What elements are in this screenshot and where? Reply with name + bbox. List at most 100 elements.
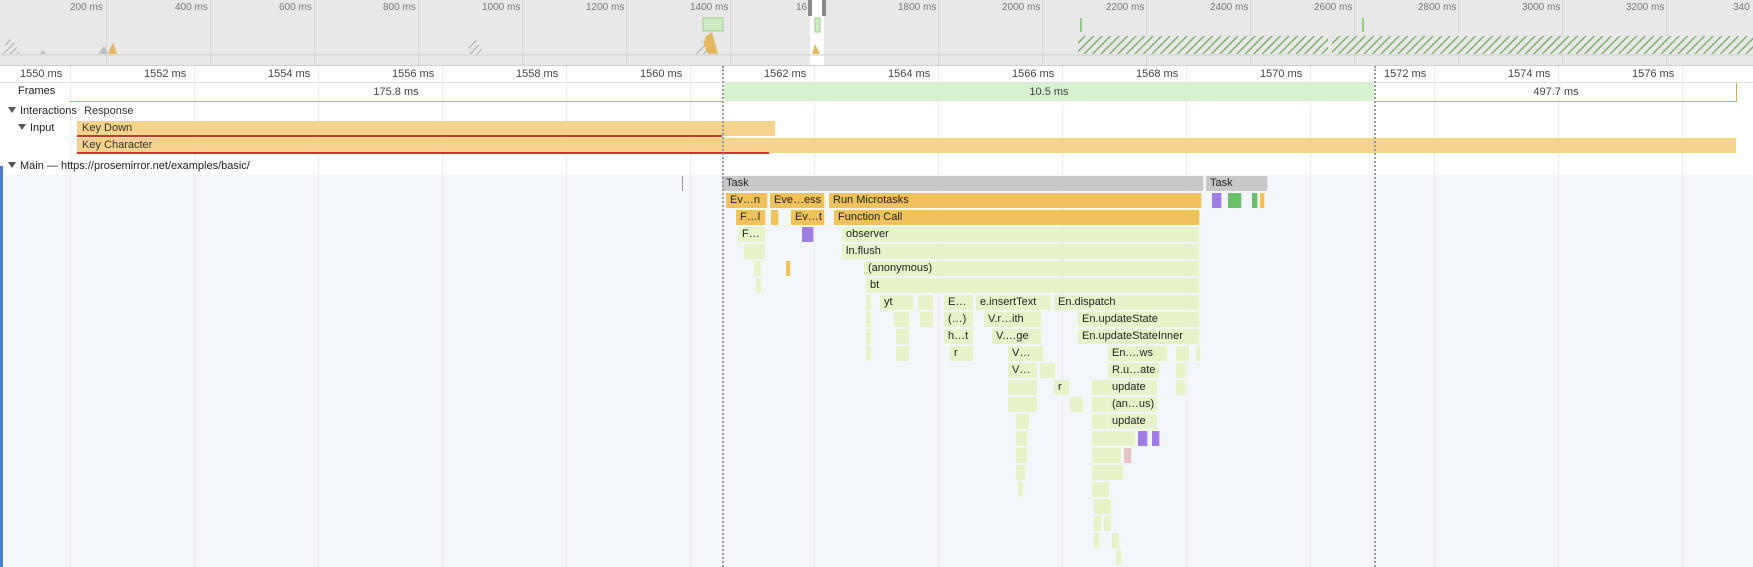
function-frame[interactable] (866, 329, 872, 344)
function-frame[interactable] (1102, 499, 1112, 514)
function-frame[interactable] (1040, 363, 1056, 378)
rendering-event[interactable] (802, 227, 814, 242)
selection-start-marker[interactable] (722, 66, 724, 567)
function-frame[interactable]: yt (880, 295, 914, 310)
function-frame[interactable] (1092, 414, 1108, 429)
rendering-event[interactable] (1212, 193, 1222, 208)
function-frame[interactable]: (an…us) (1108, 397, 1158, 412)
function-frame[interactable] (1104, 516, 1112, 531)
function-frame[interactable] (896, 329, 910, 344)
function-frame[interactable]: En.dispatch (1054, 295, 1200, 310)
function-frame[interactable]: V.…ge (992, 329, 1042, 344)
function-frame[interactable] (1112, 533, 1120, 548)
key-down-event[interactable]: Key Down (77, 121, 775, 136)
function-frame[interactable] (756, 278, 762, 293)
collapse-triangle-icon[interactable] (8, 162, 16, 168)
function-frame[interactable] (894, 312, 910, 327)
paint-event[interactable] (1252, 193, 1258, 208)
function-frame[interactable] (1092, 431, 1136, 446)
function-frame[interactable] (920, 312, 934, 327)
input-track-label[interactable]: Input (18, 122, 54, 134)
function-frame[interactable] (1092, 397, 1108, 412)
selection-end-marker[interactable] (1374, 66, 1376, 567)
function-call[interactable]: F…l (736, 210, 766, 225)
function-frame[interactable] (1176, 363, 1186, 378)
function-frame[interactable] (1116, 550, 1122, 565)
function-frame[interactable] (866, 312, 872, 327)
interactions-label: Interactions (20, 105, 77, 117)
interactions-track-label[interactable]: Interactions (8, 105, 77, 117)
function-frame[interactable]: update (1108, 380, 1158, 395)
time-ruler[interactable]: 1550 ms 1552 ms 1554 ms 1556 ms 1558 ms … (0, 66, 1753, 83)
function-frame[interactable]: e.insertText (976, 295, 1052, 310)
function-frame[interactable]: bt (866, 278, 1200, 293)
event-dispatch[interactable]: Ev…n (726, 193, 768, 208)
main-track-label[interactable]: Main — https://prosemirror.net/examples/… (8, 160, 250, 172)
function-frame[interactable] (1176, 380, 1186, 395)
task-event[interactable]: Task (1206, 176, 1268, 191)
ruler-tick: 1560 ms (640, 68, 683, 80)
function-frame[interactable]: V.r…ith (984, 312, 1042, 327)
frames-track[interactable]: Frames 175.8 ms 10.5 ms 497.7 ms (0, 83, 1753, 103)
function-frame[interactable]: R.u…ate (1108, 363, 1160, 378)
script-event[interactable] (786, 261, 791, 276)
rendering-event[interactable] (1138, 431, 1148, 446)
function-frame[interactable]: update (1108, 414, 1158, 429)
function-frame[interactable]: V… (1008, 363, 1038, 378)
event-handler[interactable]: Ev…t (791, 210, 825, 225)
function-frame[interactable] (1070, 397, 1084, 412)
ruler-tick: 1574 ms (1508, 68, 1551, 80)
function-call[interactable] (771, 210, 779, 225)
function-frame[interactable] (866, 346, 872, 361)
function-frame[interactable]: (anonymous) (864, 261, 1200, 276)
rendering-event[interactable] (1152, 431, 1160, 446)
task-event[interactable]: Task (722, 176, 1204, 191)
function-frame[interactable] (1094, 533, 1100, 548)
function-frame[interactable]: E… (944, 295, 974, 310)
function-frame[interactable]: r (1054, 380, 1070, 395)
function-frame[interactable]: V… (1008, 346, 1044, 361)
observer-frame[interactable]: observer (842, 227, 1200, 242)
function-frame[interactable] (1092, 448, 1122, 463)
function-frame[interactable] (1008, 397, 1038, 412)
function-frame[interactable]: h…t (944, 329, 974, 344)
function-frame[interactable]: En.updateState (1078, 312, 1200, 327)
frame-segment[interactable]: 10.5 ms (724, 83, 1374, 101)
run-microtasks[interactable]: Run Microtasks (829, 193, 1202, 208)
function-frame[interactable] (1016, 431, 1028, 446)
function-frame[interactable] (744, 244, 766, 259)
function-call[interactable]: Function Call (834, 210, 1200, 225)
frame-segment[interactable]: 175.8 ms (70, 83, 722, 102)
collapse-triangle-icon[interactable] (8, 107, 16, 113)
key-character-event[interactable]: Key Character (77, 138, 1736, 153)
tick-mark (682, 176, 683, 191)
function-frame[interactable] (754, 261, 762, 276)
function-frame[interactable] (866, 295, 872, 310)
frame-segment[interactable]: 497.7 ms (1376, 83, 1737, 102)
ruler-tick: 1550 ms (20, 68, 63, 80)
paint-event[interactable] (1228, 193, 1242, 208)
function-frame[interactable] (1008, 380, 1038, 395)
function-frame[interactable]: (…) (944, 312, 974, 327)
function-frame[interactable]: En.updateStateInner (1078, 329, 1200, 344)
function-frame[interactable] (1016, 414, 1030, 429)
gc-event[interactable] (1124, 448, 1132, 463)
function-frame[interactable] (896, 346, 910, 361)
function-frame[interactable]: ln.flush (842, 244, 1200, 259)
script-event[interactable] (1260, 193, 1265, 208)
function-frame[interactable]: F… (738, 227, 766, 242)
timeline-overview[interactable]: 200 ms 400 ms 600 ms 800 ms 1000 ms 1200… (0, 0, 1753, 66)
function-frame[interactable] (1196, 346, 1201, 361)
function-frame[interactable]: r (950, 346, 974, 361)
collapse-triangle-icon[interactable] (18, 124, 26, 130)
function-frame[interactable] (1176, 346, 1190, 361)
function-frame[interactable] (1092, 465, 1124, 480)
event-dispatch[interactable]: Eve…ess (770, 193, 825, 208)
function-frame[interactable] (1016, 448, 1028, 463)
function-frame[interactable] (1016, 465, 1026, 480)
function-frame[interactable] (1094, 516, 1102, 531)
function-frame[interactable] (1018, 482, 1024, 497)
function-frame[interactable] (1092, 482, 1110, 497)
function-frame[interactable]: En.…ws (1108, 346, 1168, 361)
function-frame[interactable] (918, 295, 934, 310)
